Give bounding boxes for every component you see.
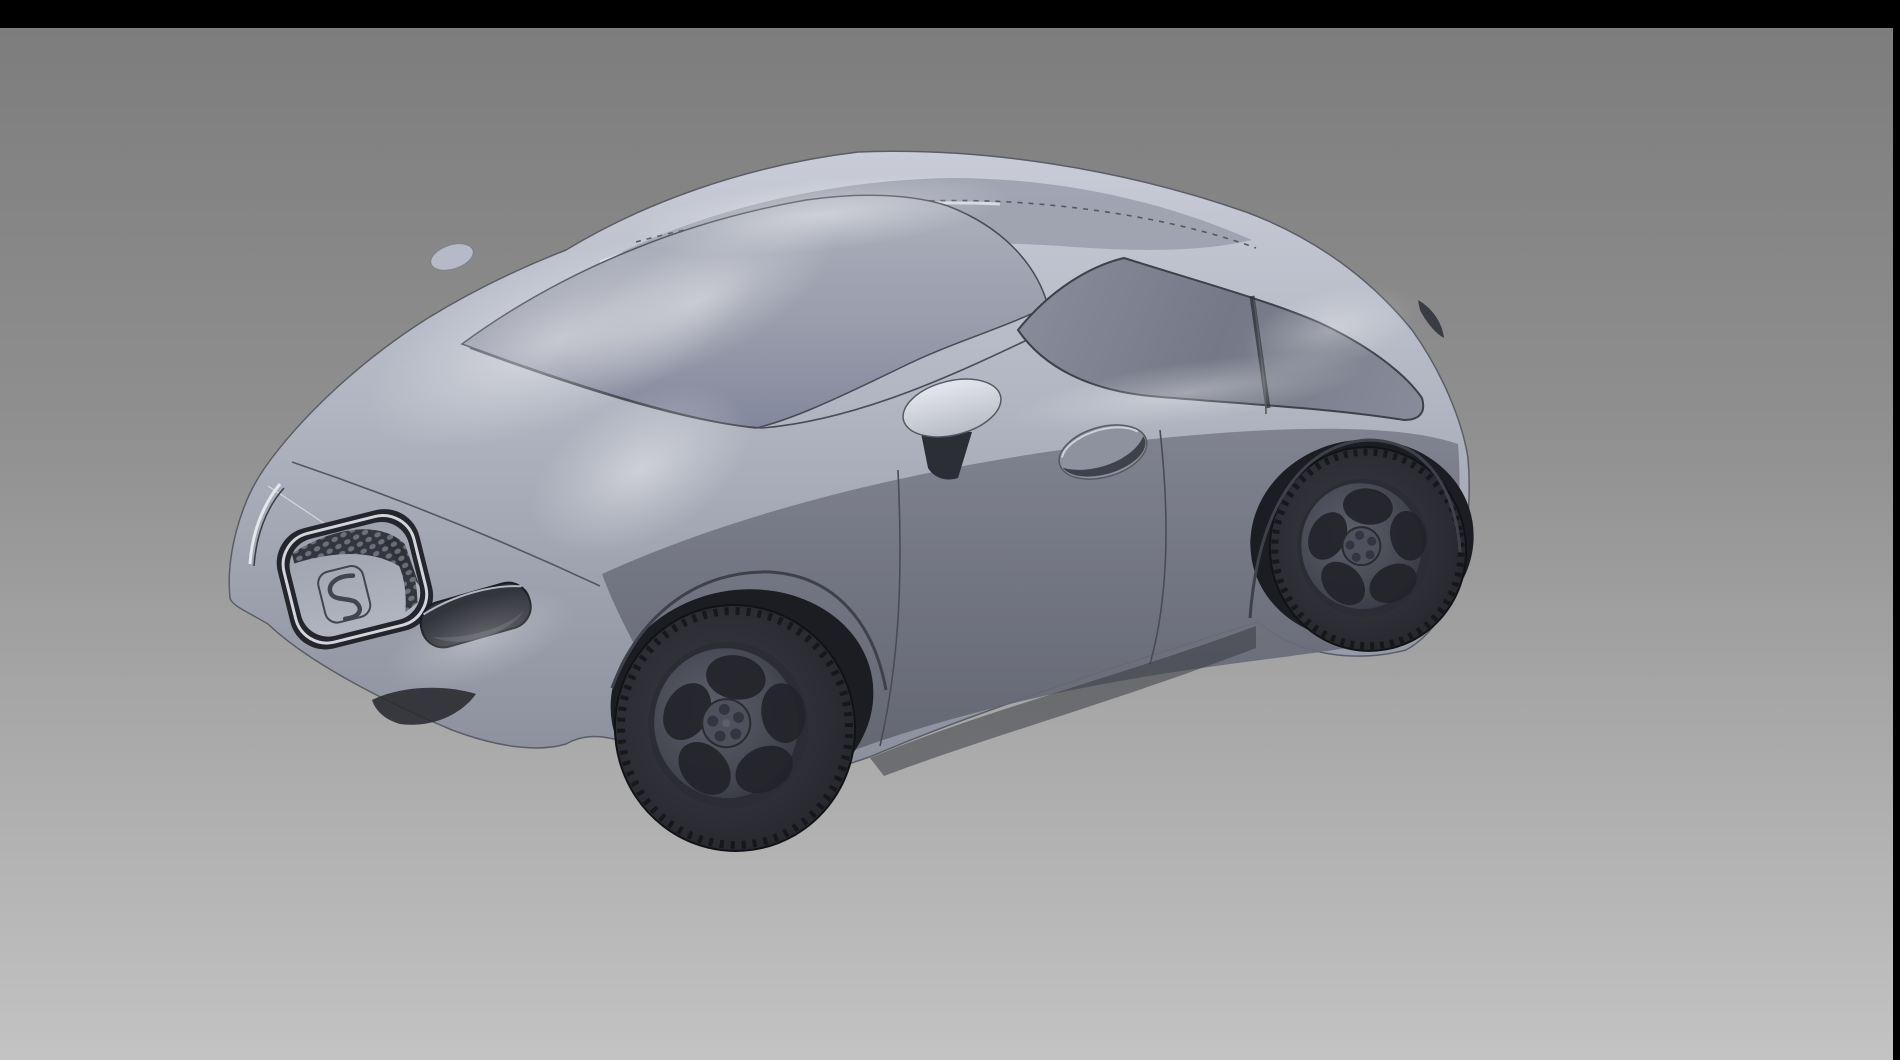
cowl-nub (427, 239, 476, 275)
car-model[interactable] (229, 151, 1489, 866)
rear-lamp-slit (1418, 300, 1444, 338)
right-black-bar (1893, 28, 1900, 1060)
render-viewport[interactable] (0, 28, 1893, 1060)
top-black-bar (0, 0, 1900, 28)
car-3d-render (0, 28, 1893, 1060)
application-window (0, 0, 1900, 1060)
